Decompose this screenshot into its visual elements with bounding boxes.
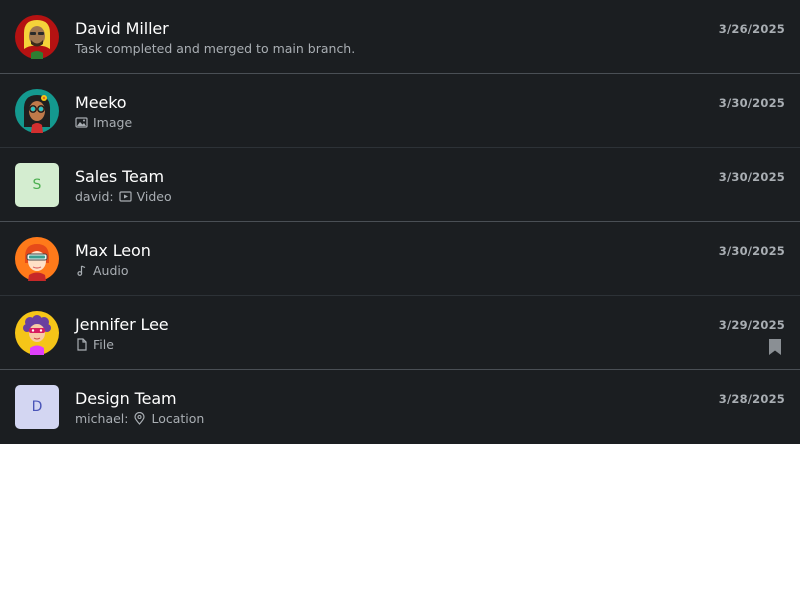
chat-row-david-miller[interactable]: David Miller Task completed and merged t… (0, 0, 800, 74)
chat-name: Jennifer Lee (75, 315, 169, 334)
chat-list: David Miller Task completed and merged t… (0, 0, 800, 444)
preview-text: File (93, 337, 114, 352)
preview-text: Video (136, 189, 172, 204)
chat-preview: Audio (75, 263, 129, 278)
avatar-max-icon (15, 237, 59, 281)
image-icon (75, 116, 88, 129)
chat-row-max-leon[interactable]: Max Leon Audio 3/30/2025 (0, 222, 800, 296)
preview-text: Task completed and merged to main branch… (75, 41, 356, 56)
chat-date: 3/28/2025 (718, 392, 785, 406)
file-icon (75, 338, 88, 351)
sender-name: david: (75, 189, 114, 204)
chat-preview: File (75, 337, 114, 352)
chat-preview: david: Video (75, 189, 172, 204)
music-note-icon (75, 264, 88, 277)
chat-preview: Image (75, 115, 132, 130)
avatar-letter-text: S (32, 177, 42, 193)
chat-date: 3/26/2025 (718, 22, 785, 36)
chat-row-design-team[interactable]: D Design Team michael: Location 3/28/202… (0, 370, 800, 444)
avatar-letter: D (15, 385, 59, 429)
avatar-david-icon (15, 15, 59, 59)
sender-name: michael: (75, 411, 129, 426)
bookmark-icon[interactable] (769, 339, 781, 355)
chat-preview: Task completed and merged to main branch… (75, 41, 355, 56)
avatar-meeko-icon (15, 89, 59, 133)
chat-preview: michael: Location (75, 411, 204, 426)
avatar-letter: S (15, 163, 59, 207)
chat-date: 3/30/2025 (718, 96, 785, 110)
chat-name: Max Leon (75, 241, 151, 260)
chat-name: Sales Team (75, 167, 164, 186)
chat-date: 3/29/2025 (718, 318, 785, 332)
preview-text: Audio (93, 263, 129, 278)
chat-date: 3/30/2025 (718, 244, 785, 258)
chat-name: Meeko (75, 93, 127, 112)
preview-text: Location (151, 411, 205, 426)
chat-name: Design Team (75, 389, 177, 408)
chat-row-sales-team[interactable]: S Sales Team david: Video 3/30/2025 (0, 148, 800, 222)
avatar-letter-text: D (31, 399, 43, 415)
chat-row-meeko[interactable]: Meeko Image 3/30/2025 (0, 74, 800, 148)
chat-name: David Miller (75, 19, 169, 38)
video-icon (119, 190, 132, 203)
preview-text: Image (93, 115, 133, 130)
chat-row-jennifer-lee[interactable]: Jennifer Lee File 3/29/2025 (0, 296, 800, 370)
avatar-jennifer-icon (15, 311, 59, 355)
chat-date: 3/30/2025 (718, 170, 785, 184)
location-pin-icon (133, 412, 146, 425)
